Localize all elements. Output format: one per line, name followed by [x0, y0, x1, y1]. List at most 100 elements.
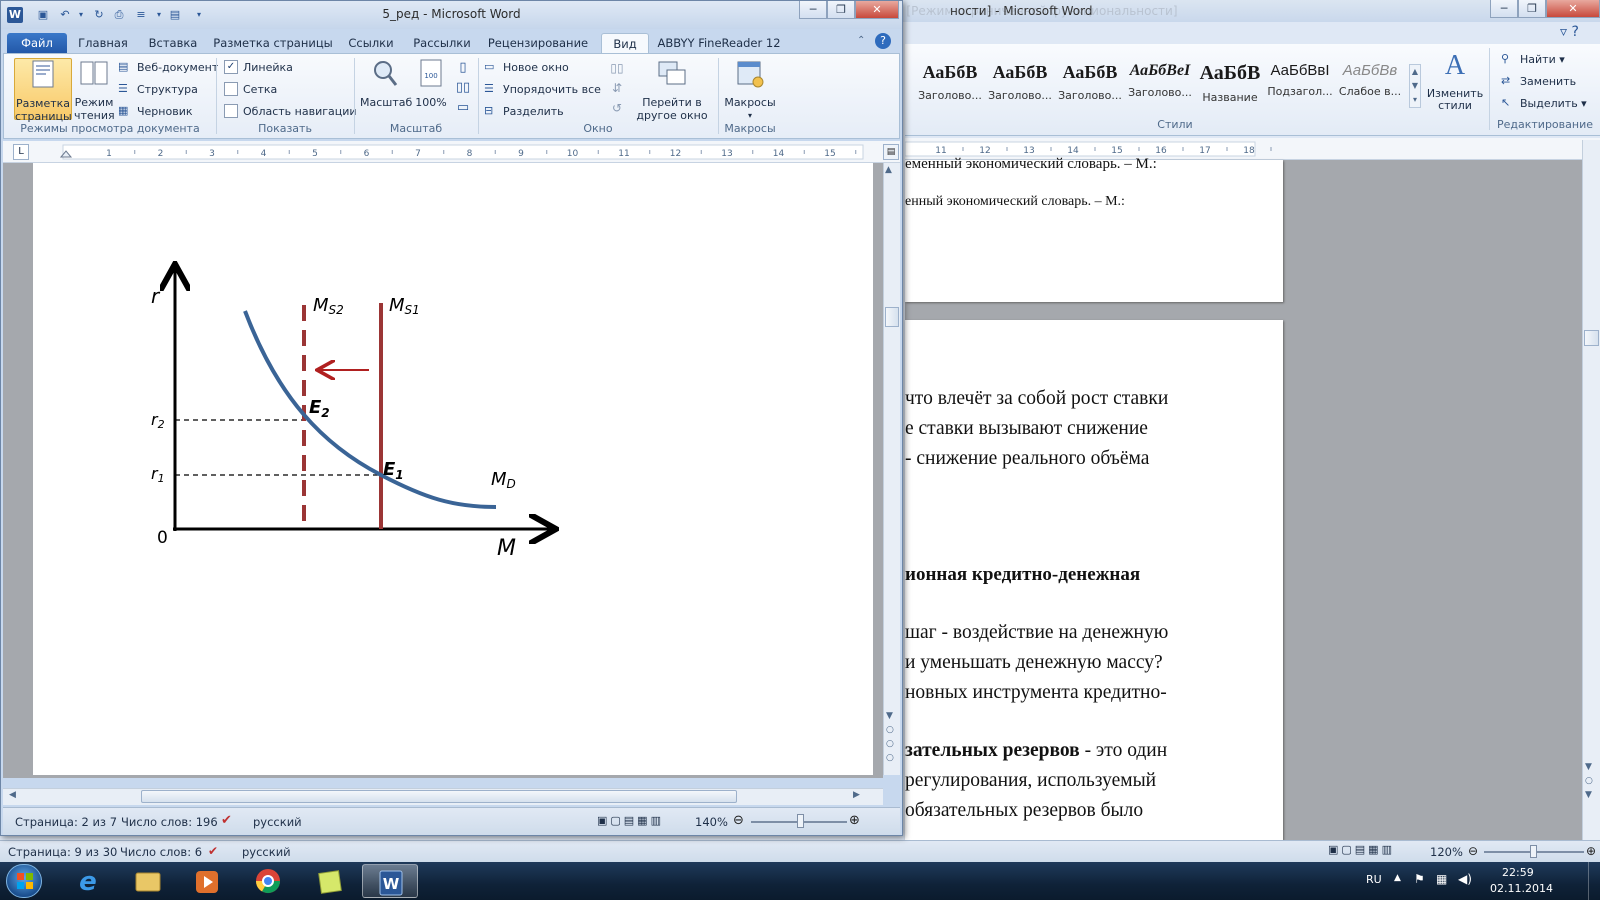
sticky-notes-icon[interactable]: [302, 864, 358, 898]
show-desktop-button[interactable]: [1588, 862, 1600, 900]
web-layout-button[interactable]: ▤ Веб-документ: [118, 58, 218, 76]
close-button[interactable]: ✕: [1546, 0, 1600, 18]
draft-button[interactable]: ▦ Черновик: [118, 102, 193, 120]
style-heading-1[interactable]: АаБбВ Заголово...: [915, 62, 985, 110]
clock-time[interactable]: 22:59: [1502, 866, 1534, 879]
tab-view[interactable]: Вид: [601, 33, 649, 53]
clock-date[interactable]: 02.11.2014: [1490, 882, 1553, 895]
volume-icon[interactable]: ◀): [1458, 872, 1472, 886]
page-view-icons[interactable]: ▯ ▯▯ ▭: [454, 58, 472, 120]
style-subtle-emphasis[interactable]: АаБбВв Слабое в...: [1335, 62, 1405, 110]
style-heading-4[interactable]: АаБбВеI Заголово...: [1125, 62, 1195, 110]
background-vertical-scrollbar[interactable]: ▼ ○ ▼: [1582, 140, 1600, 840]
zoom-level[interactable]: 140%: [695, 815, 728, 829]
outline-icon: ☰: [118, 82, 128, 95]
change-styles-button[interactable]: A Изменить стили: [1425, 50, 1485, 112]
e2-label: E2: [309, 397, 330, 420]
view-buttons[interactable]: ▣▢▤▦▥: [1328, 843, 1395, 856]
tab-home[interactable]: Главная: [73, 33, 133, 53]
minimize-button[interactable]: ─: [1490, 0, 1518, 18]
read-mode-button[interactable]: Режим чтения: [74, 58, 115, 122]
zoom-button[interactable]: Масштаб: [360, 58, 412, 109]
print-layout-button[interactable]: Разметка страницы: [14, 58, 72, 123]
zoom-out-icon[interactable]: ⊖: [1468, 844, 1478, 858]
scroll-up-icon[interactable]: ▲: [885, 165, 892, 175]
switch-windows-button[interactable]: Перейти в другое окно: [632, 58, 712, 122]
style-subtitle[interactable]: АаБбВвI Подзагол...: [1265, 62, 1335, 110]
scroll-left-icon[interactable]: ◀: [9, 790, 16, 800]
start-orb-icon[interactable]: [6, 864, 42, 898]
language[interactable]: русский: [253, 815, 302, 829]
proofing-icon[interactable]: ✔: [208, 844, 218, 858]
tray-expand-icon[interactable]: ▲: [1394, 873, 1401, 883]
tab-selector-icon[interactable]: L: [13, 144, 29, 160]
select-button[interactable]: ↖ Выделить ▾: [1501, 94, 1587, 112]
scroll-nav-icons[interactable]: ▼ ○ ○ ○: [886, 709, 894, 765]
checkbox-checked[interactable]: ✓: [224, 60, 238, 74]
new-window-button[interactable]: ▭ Новое окно: [484, 58, 569, 76]
zoom-in-icon[interactable]: ⊕: [849, 813, 860, 828]
checkbox-unchecked[interactable]: [224, 104, 238, 118]
scroll-thumb[interactable]: [141, 790, 737, 803]
tab-insert[interactable]: Вставка: [141, 33, 205, 53]
restore-button[interactable]: ❐: [827, 1, 855, 19]
language[interactable]: русский: [242, 845, 291, 859]
tab-review[interactable]: Рецензирование: [483, 33, 593, 53]
page-count[interactable]: Страница: 9 из 30: [8, 845, 117, 859]
help-icon[interactable]: ?: [875, 33, 891, 49]
media-player-icon[interactable]: [180, 864, 236, 898]
document-page[interactable]: r M 0 MS2 MS1 MD E2 E1 r2 r1: [33, 163, 873, 775]
find-button[interactable]: ⚲ Найти ▾: [1501, 50, 1565, 68]
zoom-in-icon[interactable]: ⊕: [1586, 844, 1596, 858]
style-title[interactable]: АаБбВ Название: [1195, 62, 1265, 110]
scroll-thumb[interactable]: [885, 307, 899, 327]
internet-explorer-icon[interactable]: e: [60, 864, 116, 898]
arrange-all-button[interactable]: ☰ Упорядочить все: [484, 80, 601, 98]
book-icon: [80, 61, 108, 85]
navigation-pane-checkbox[interactable]: Область навигации: [224, 102, 357, 120]
macros-button[interactable]: Макросы ▾: [722, 58, 778, 122]
word-taskbar-icon[interactable]: W: [362, 864, 418, 898]
scroll-thumb[interactable]: [1584, 330, 1599, 346]
ruler-toggle-icon[interactable]: ▤: [883, 144, 899, 160]
action-center-icon[interactable]: ⚑: [1414, 872, 1425, 886]
scroll-nav-icons[interactable]: ▼ ○ ▼: [1585, 760, 1593, 802]
zoom-slider-handle[interactable]: [1530, 845, 1537, 858]
style-heading-2[interactable]: АаБбВ Заголово...: [985, 62, 1055, 110]
checkbox-unchecked[interactable]: [224, 82, 238, 96]
split-button[interactable]: ⊟ Разделить: [484, 102, 564, 120]
help-icon[interactable]: ▿ ?: [1560, 24, 1598, 42]
grid-checkbox[interactable]: Сетка: [224, 80, 277, 98]
tab-references[interactable]: Ссылки: [341, 33, 401, 53]
ruler-checkbox[interactable]: ✓ Линейка: [224, 58, 293, 76]
tab-abbyy[interactable]: ABBYY FineReader 12: [657, 33, 781, 53]
tab-mailings[interactable]: Рассылки: [407, 33, 477, 53]
file-explorer-icon[interactable]: [120, 864, 176, 898]
tab-file[interactable]: Файл: [7, 33, 67, 53]
replace-button[interactable]: ⇄ Заменить: [1501, 72, 1576, 90]
style-heading-3[interactable]: АаБбВ Заголово...: [1055, 62, 1125, 110]
vertical-scrollbar[interactable]: ▲ ▼ ○ ○ ○: [883, 163, 900, 775]
page-count[interactable]: Страница: 2 из 7: [15, 815, 117, 829]
proofing-icon[interactable]: ✔: [221, 813, 232, 828]
zoom-100-button[interactable]: 100 100%: [412, 58, 450, 109]
close-button[interactable]: ✕: [855, 1, 899, 19]
zoom-level[interactable]: 120%: [1430, 845, 1463, 859]
side-by-side-icons[interactable]: ▯▯ ⇵ ↺: [608, 58, 626, 118]
zoom-slider-handle[interactable]: [797, 814, 804, 828]
view-buttons[interactable]: ▣▢▤▦▥: [597, 814, 664, 827]
styles-scroll[interactable]: ▲ ▼ ▾: [1409, 64, 1421, 108]
outline-button[interactable]: ☰ Структура: [118, 80, 198, 98]
horizontal-scrollbar[interactable]: ◀ ▶: [3, 788, 883, 805]
collapse-ribbon-icon[interactable]: ⌃: [857, 35, 865, 46]
language-indicator[interactable]: RU: [1366, 873, 1382, 886]
maximize-button[interactable]: ❐: [1518, 0, 1546, 18]
tab-page-layout[interactable]: Разметка страницы: [211, 33, 335, 53]
minimize-button[interactable]: ─: [799, 1, 827, 19]
word-count[interactable]: Число слов: 6: [120, 845, 202, 859]
scroll-right-icon[interactable]: ▶: [853, 790, 860, 800]
zoom-out-icon[interactable]: ⊖: [733, 813, 744, 828]
chrome-icon[interactable]: [240, 864, 296, 898]
word-count[interactable]: Число слов: 196: [121, 815, 218, 829]
network-icon[interactable]: ▦: [1436, 872, 1447, 886]
